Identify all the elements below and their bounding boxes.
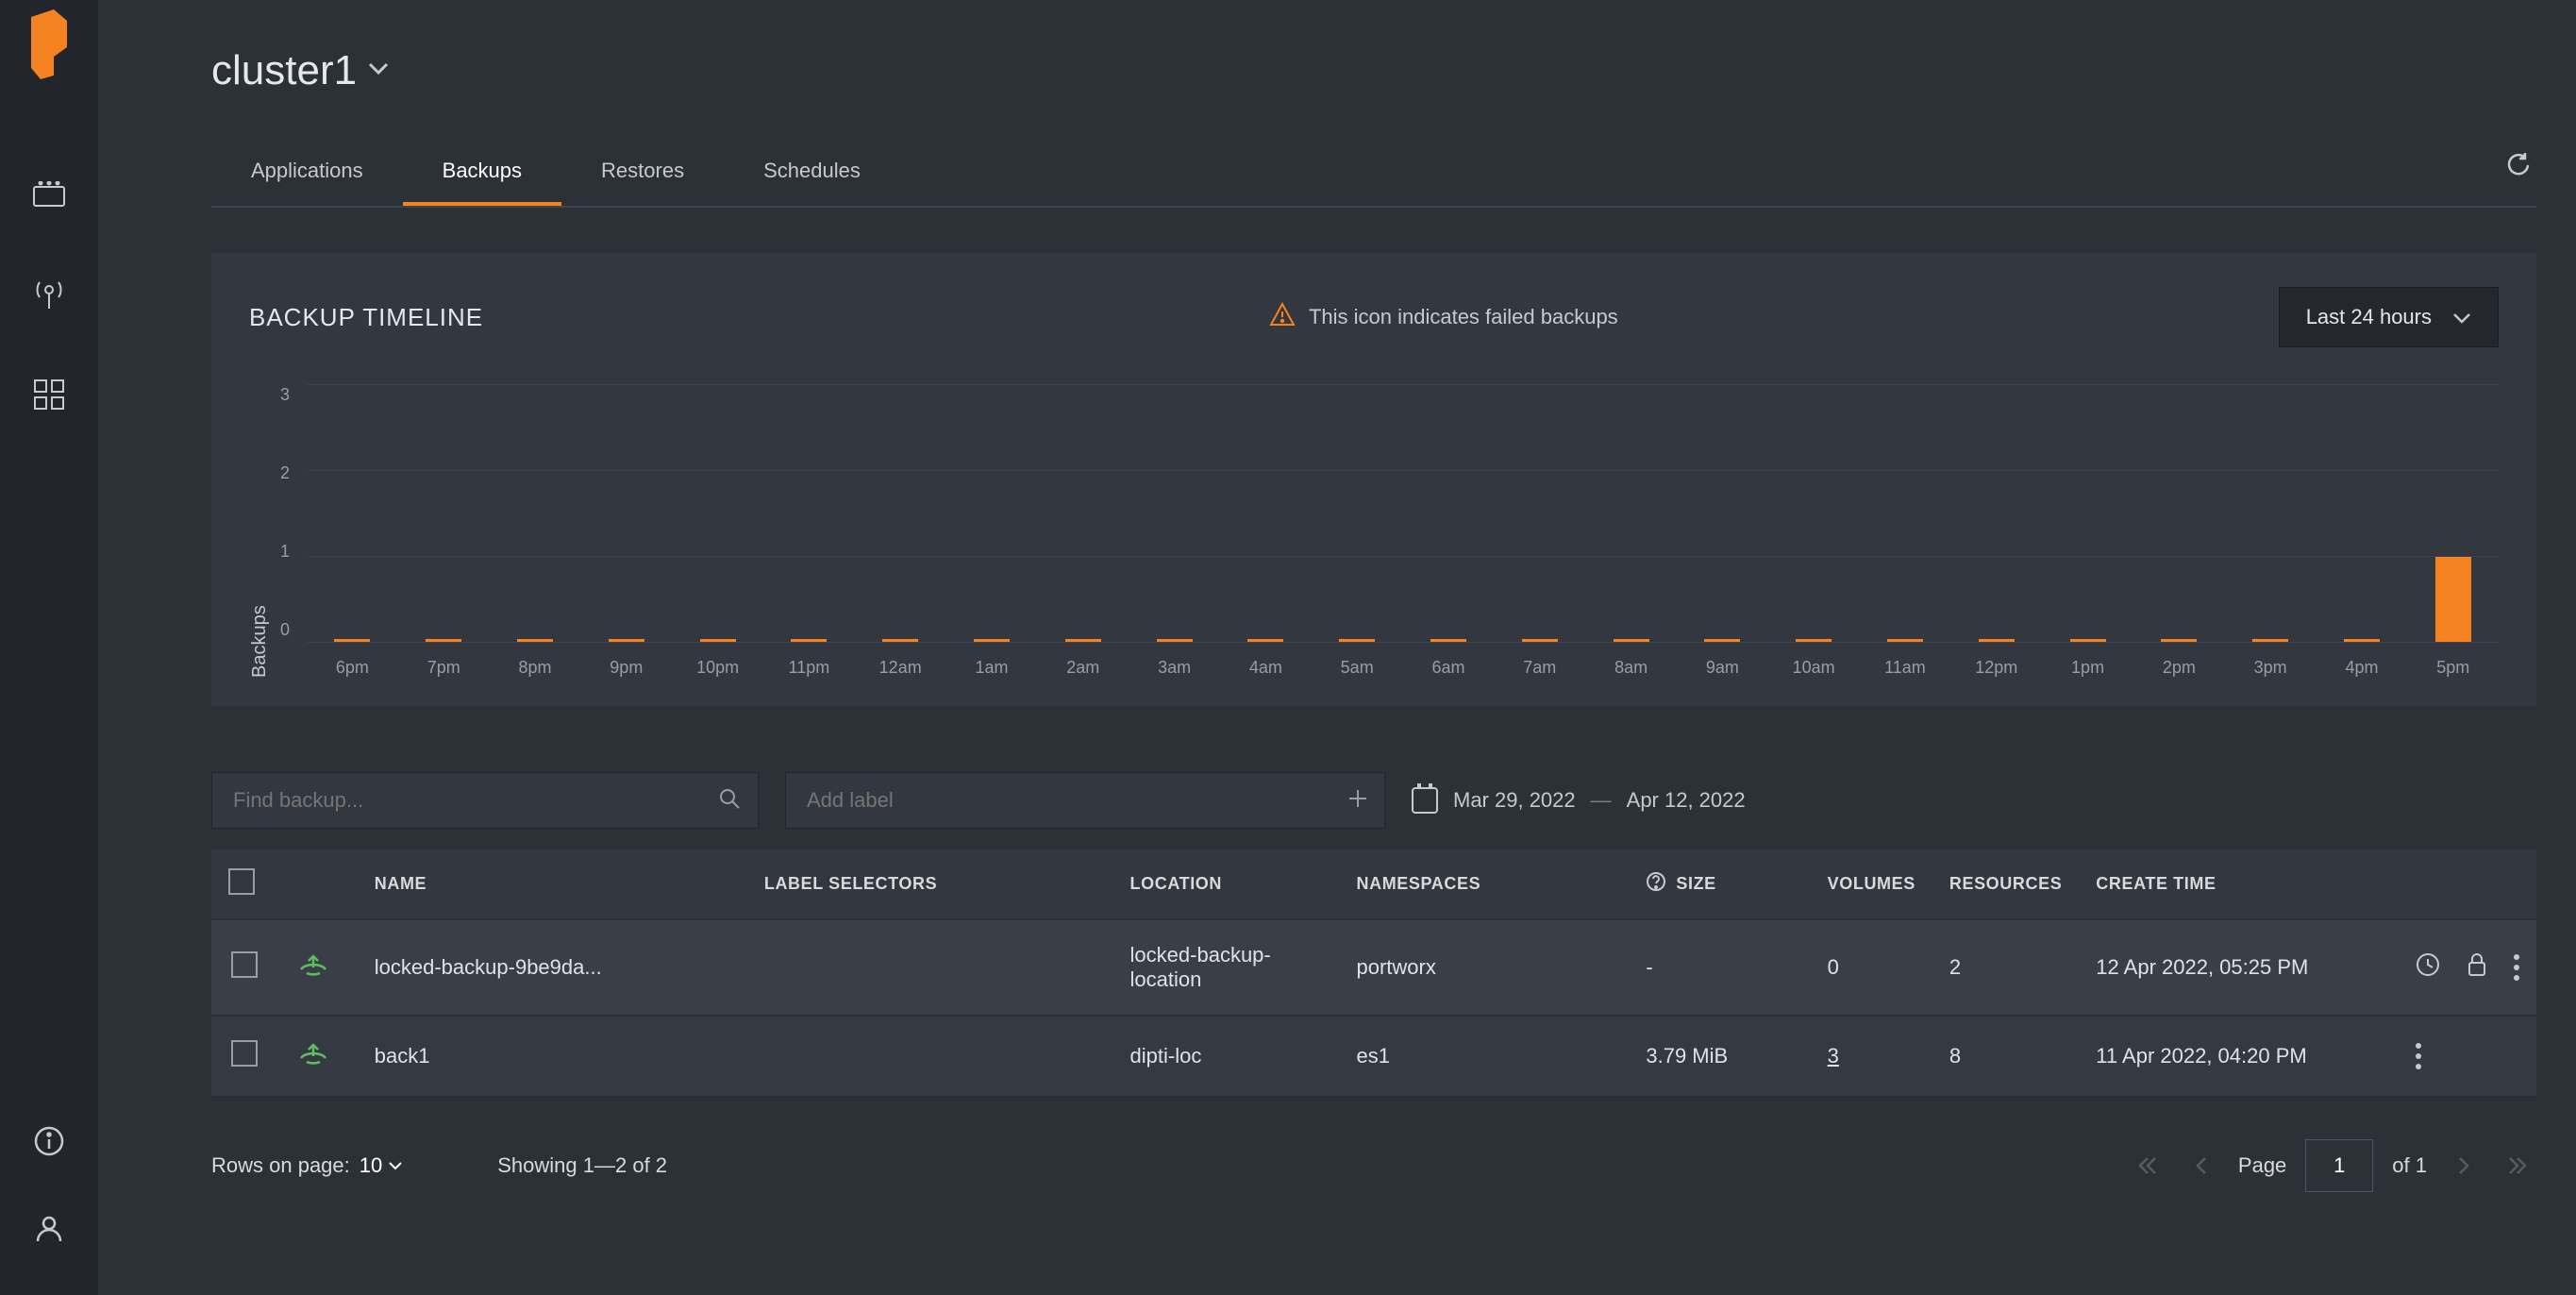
date-to: Apr 12, 2022: [1627, 788, 1746, 813]
filter-row: Mar 29, 2022 — Apr 12, 2022: [211, 772, 2536, 829]
backups-table: NAME LABEL SELECTORS LOCATION NAMESPACES…: [211, 849, 2536, 1096]
row-menu-icon[interactable]: [2416, 1043, 2421, 1069]
page-last-button[interactable]: [2501, 1148, 2536, 1184]
cell-size: -: [1629, 919, 1810, 1016]
add-label-wrap: [785, 772, 1385, 829]
col-location: LOCATION: [1113, 849, 1340, 919]
col-size: SIZE: [1676, 874, 1715, 894]
chart-y-ticks: 3210: [280, 385, 307, 640]
page-next-button[interactable]: [2446, 1148, 2482, 1184]
add-label-input[interactable]: [786, 773, 1384, 828]
cluster-title: cluster1: [211, 47, 357, 94]
cell-namespaces: portworx: [1340, 919, 1630, 1016]
pagination: Rows on page: 10 Showing 1—2 of 2 Page o…: [211, 1139, 2536, 1192]
find-backup-wrap: [211, 772, 759, 829]
failed-backups-legend: This icon indicates failed backups: [1269, 302, 1618, 332]
col-resources: RESOURCES: [1932, 849, 2079, 919]
calendar-icon[interactable]: [1412, 787, 1438, 814]
date-range: Mar 29, 2022 — Apr 12, 2022: [1412, 787, 1746, 814]
row-checkbox[interactable]: [231, 951, 258, 978]
col-create-time: CREATE TIME: [2079, 849, 2399, 919]
page-label: Page: [2238, 1153, 2286, 1178]
tab-backups[interactable]: Backups: [403, 140, 561, 206]
page-prev-button[interactable]: [2183, 1148, 2219, 1184]
cell-create-time: 12 Apr 2022, 05:25 PM: [2079, 919, 2399, 1016]
cell-create-time: 11 Apr 2022, 04:20 PM: [2079, 1016, 2399, 1096]
cell-location: dipti-loc: [1113, 1016, 1340, 1096]
cluster-header: cluster1: [211, 47, 2536, 94]
nav-dashboard-icon[interactable]: [29, 175, 69, 214]
page-input[interactable]: [2305, 1139, 2373, 1192]
tab-bar: Applications Backups Restores Schedules: [211, 140, 2536, 208]
refresh-button[interactable]: [2501, 147, 2536, 183]
status-success-icon: [293, 1039, 333, 1068]
timeline-title: BACKUP TIMELINE: [249, 303, 483, 332]
date-from: Mar 29, 2022: [1453, 788, 1576, 813]
brand-logo-icon: [27, 8, 71, 86]
main-content: cluster1 Applications Backups Restores S…: [98, 0, 2576, 1295]
warning-icon: [1269, 302, 1296, 332]
table-row[interactable]: locked-backup-9be9da... locked-backup-loc…: [211, 919, 2536, 1016]
col-label-selectors: LABEL SELECTORS: [747, 849, 1113, 919]
col-name: NAME: [358, 849, 747, 919]
col-volumes: VOLUMES: [1811, 849, 1932, 919]
chart-y-axis-label: Backups: [249, 385, 271, 678]
chevron-down-icon: [2452, 305, 2471, 329]
left-nav-rail: [0, 0, 98, 1295]
cell-name: back1: [358, 1016, 747, 1096]
find-backup-input[interactable]: [212, 773, 758, 828]
cell-size: 3.79 MiB: [1629, 1016, 1810, 1096]
cluster-dropdown-chevron-icon[interactable]: [368, 62, 389, 80]
chart-x-ticks: 6pm7pm8pm9pm10pm11pm12am1am2am3am4am5am6…: [307, 658, 2499, 678]
cell-namespaces: es1: [1340, 1016, 1630, 1096]
user-icon[interactable]: [29, 1208, 69, 1248]
cell-location: locked-backup-location: [1113, 919, 1340, 1016]
time-range-select[interactable]: Last 24 hours: [2279, 287, 2499, 347]
tab-applications[interactable]: Applications: [211, 140, 403, 206]
cell-labels: [747, 919, 1113, 1016]
cell-resources: 8: [1932, 1016, 2079, 1096]
tab-restores[interactable]: Restores: [561, 140, 724, 206]
page-of-label: of 1: [2392, 1153, 2427, 1178]
rows-per-page-select[interactable]: 10: [360, 1153, 403, 1178]
timeline-panel: BACKUP TIMELINE This icon indicates fail…: [211, 253, 2536, 706]
cell-resources: 2: [1932, 919, 2079, 1016]
nav-broadcast-icon[interactable]: [29, 275, 69, 314]
select-all-checkbox[interactable]: [228, 868, 255, 895]
nav-apps-icon[interactable]: [29, 375, 69, 414]
size-help-icon[interactable]: [1646, 871, 1666, 897]
date-separator: —: [1591, 788, 1612, 813]
row-menu-icon[interactable]: [2514, 954, 2519, 981]
col-namespaces: NAMESPACES: [1340, 849, 1630, 919]
row-checkbox[interactable]: [231, 1040, 258, 1067]
cell-volumes: 3: [1811, 1016, 1932, 1096]
chart-plot-area: [307, 385, 2499, 643]
tab-schedules[interactable]: Schedules: [724, 140, 900, 206]
status-success-icon: [293, 950, 333, 979]
cell-volumes: 0: [1811, 919, 1932, 1016]
page-first-button[interactable]: [2129, 1148, 2165, 1184]
showing-text: Showing 1—2 of 2: [497, 1153, 667, 1178]
rows-per-page-label: Rows on page:: [211, 1153, 350, 1178]
cell-labels: [747, 1016, 1113, 1096]
table-row[interactable]: back1 dipti-loces13.79 MiB3811 Apr 2022, …: [211, 1016, 2536, 1096]
backup-timeline-chart: Backups 3210 6pm7pm8pm9pm10pm11pm12am1am…: [249, 385, 2499, 678]
info-icon[interactable]: [29, 1121, 69, 1161]
clock-icon[interactable]: [2416, 952, 2440, 983]
cell-name: locked-backup-9be9da...: [358, 919, 747, 1016]
lock-icon[interactable]: [2467, 952, 2487, 983]
